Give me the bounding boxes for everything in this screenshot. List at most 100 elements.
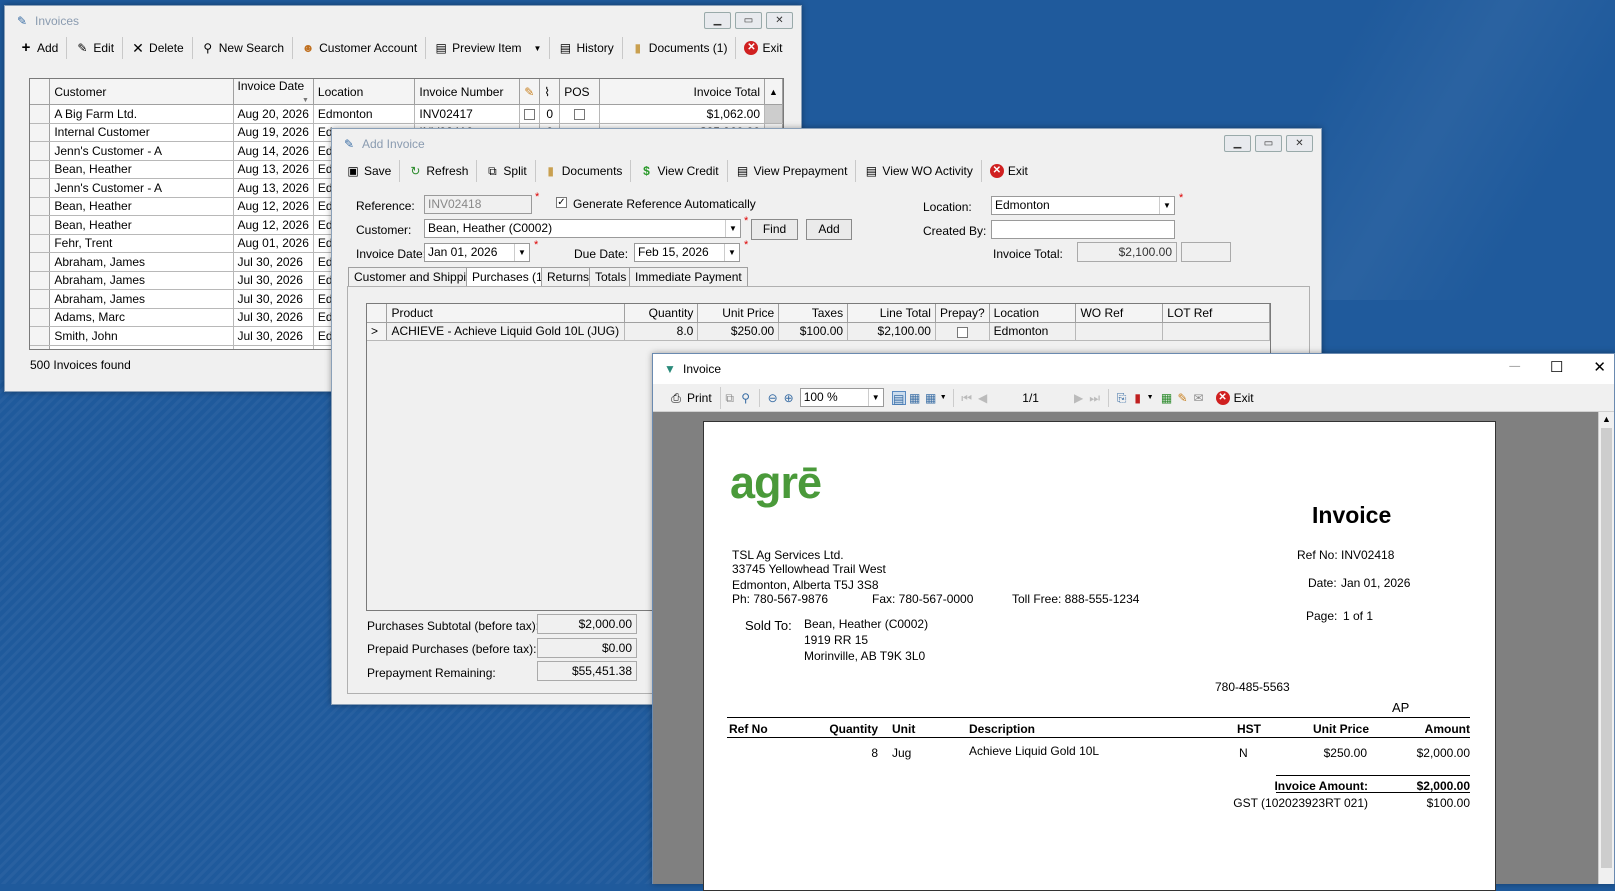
row-header[interactable] (30, 160, 51, 179)
col-product[interactable]: Product (386, 304, 626, 323)
close-button[interactable]: ✕ (1286, 135, 1313, 152)
cell-prepay[interactable] (935, 322, 990, 341)
view-wo-activity-button[interactable]: ▤ View WO Activity (856, 160, 982, 182)
chevron-down-icon[interactable]: ▼ (725, 220, 740, 237)
scrollbar-track[interactable] (764, 104, 783, 124)
cell-customer[interactable]: Fehr, Trent (49, 234, 234, 253)
preview-item-button[interactable]: ▤ Preview Item ▼ (426, 37, 551, 59)
zoom-combo[interactable]: 100 % ▼ (799, 388, 884, 407)
excel-icon[interactable]: ▦ (1160, 391, 1174, 405)
first-page-icon[interactable]: ⏮ (960, 391, 974, 405)
print-button[interactable]: ⎙ Print (661, 386, 721, 409)
cell-invoice-date[interactable]: Aug 12, 2026 (233, 215, 314, 235)
new-search-button[interactable]: ⚲ New Search (193, 37, 294, 59)
minimize-button[interactable]: ▁ (704, 12, 731, 29)
cell-customer[interactable]: Bean, Heather (49, 197, 234, 216)
cell-invoice-date[interactable]: Jul 27, 2026 (233, 345, 314, 349)
edit-report-icon[interactable]: ✎ (1176, 391, 1190, 405)
cell-customer[interactable]: Abraham, James (49, 289, 234, 309)
chevron-down-icon[interactable]: ▼ (867, 389, 883, 406)
cell-location[interactable]: Edmonton (313, 104, 416, 124)
cell-customer[interactable]: Jenn's Customer - A (49, 141, 234, 161)
row-header[interactable] (30, 289, 51, 309)
cell-invoice-date[interactable]: Jul 30, 2026 (233, 326, 314, 346)
row-header[interactable] (30, 345, 51, 349)
save-button[interactable]: ▣ Save (338, 160, 401, 182)
scroll-up-icon[interactable]: ▲ (764, 79, 783, 105)
col-edit-flag[interactable]: ✎ (519, 79, 541, 105)
col-lot-ref[interactable]: LOT Ref (1162, 304, 1270, 323)
chevron-down-icon[interactable]: ▼ (1147, 394, 1154, 401)
add-customer-button[interactable]: Add (806, 219, 852, 240)
reference-input[interactable]: INV02418 (424, 195, 532, 214)
cell-wo-ref[interactable] (1075, 322, 1164, 341)
row-header[interactable] (30, 215, 51, 235)
col-pos[interactable]: POS (559, 79, 601, 105)
documents-button[interactable]: ▮ Documents (1) (623, 37, 737, 59)
exit-button[interactable]: ✕ Exit (982, 160, 1036, 182)
documents-button[interactable]: ▮ Documents (536, 160, 632, 182)
maximize-button[interactable]: ▭ (1255, 135, 1282, 152)
copy-icon[interactable]: ⧉ (723, 391, 737, 405)
scroll-thumb[interactable] (1601, 428, 1612, 868)
next-page-icon[interactable]: ▶ (1072, 391, 1086, 405)
col-location[interactable]: Location (313, 79, 416, 105)
col-location[interactable]: Location (989, 304, 1077, 323)
col-invoice-number[interactable]: Invoice Number (414, 79, 521, 105)
invoice-date-picker[interactable]: Jan 01, 2026 ▼ (424, 243, 530, 262)
row-header[interactable] (30, 252, 51, 272)
cell-lot-ref[interactable] (1162, 322, 1270, 341)
row-header[interactable] (30, 326, 51, 346)
col-taxes[interactable]: Taxes (778, 304, 849, 323)
cell-invoice-date[interactable]: Aug 12, 2026 (233, 197, 314, 216)
zoom-out-icon[interactable]: ⊖ (766, 391, 780, 405)
edit-button[interactable]: ✎ Edit (67, 37, 124, 59)
created-by-input[interactable] (991, 220, 1175, 239)
pdf-icon[interactable]: ▮ (1131, 391, 1145, 405)
cell-unit-price[interactable]: $250.00 (697, 322, 780, 341)
cell-invoice-date[interactable]: Jul 30, 2026 (233, 271, 314, 290)
cell-invoice-date[interactable]: Aug 14, 2026 (233, 141, 314, 161)
cell-invoice-date[interactable]: Aug 13, 2026 (233, 178, 314, 198)
chevron-down-icon[interactable]: ▼ (1159, 197, 1174, 214)
split-button[interactable]: ⧉ Split (477, 160, 536, 182)
export-icon[interactable]: ⎘ (1115, 391, 1129, 405)
add-button[interactable]: + Add (11, 37, 68, 59)
cell-customer[interactable]: Jenn's Customer - A (49, 178, 234, 198)
chevron-down-icon[interactable]: ▼ (724, 244, 739, 261)
page-counter[interactable]: 1/1 (992, 391, 1070, 405)
cell-line-total[interactable]: $2,100.00 (847, 322, 936, 341)
row-checkbox[interactable] (574, 109, 586, 121)
find-button[interactable]: Find (751, 219, 798, 240)
cell-customer[interactable]: Bean, Heather (49, 345, 234, 349)
table-row[interactable]: A Big Farm Ltd. Aug 20, 2026 Edmonton INV02… (30, 104, 783, 124)
cell-invoice-date[interactable]: Aug 20, 2026 (233, 104, 314, 124)
page-width-icon[interactable]: ▦ (908, 391, 922, 405)
row-checkbox[interactable] (524, 109, 536, 121)
cell-attachments[interactable]: 0 (539, 104, 561, 124)
history-button[interactable]: ▤ History (550, 37, 623, 59)
delete-button[interactable]: ✕ Delete (123, 37, 193, 59)
close-button[interactable]: ✕ (766, 12, 793, 29)
row-header[interactable] (30, 271, 51, 290)
close-button[interactable]: ✕ (1593, 358, 1606, 376)
cell-customer[interactable]: Adams, Marc (49, 308, 234, 327)
due-date-picker[interactable]: Feb 15, 2026 ▼ (634, 243, 740, 262)
row-header[interactable] (30, 308, 51, 327)
cell-customer[interactable]: Bean, Heather (49, 215, 234, 235)
cell-edit-flag[interactable] (519, 104, 541, 124)
find-icon[interactable]: ⚲ (739, 391, 753, 405)
cell-customer[interactable]: Internal Customer (49, 123, 234, 142)
row-header[interactable] (30, 197, 51, 216)
row-header[interactable] (30, 178, 51, 198)
zoom-in-icon[interactable]: ⊕ (782, 391, 796, 405)
tab-purchases[interactable]: Purchases (1) (466, 267, 553, 287)
col-customer[interactable]: Customer (49, 79, 234, 105)
prev-page-icon[interactable]: ◀ (976, 391, 990, 405)
table-row[interactable]: > ACHIEVE - Achieve Liquid Gold 10L (JUG… (367, 322, 1270, 341)
row-header[interactable] (30, 123, 51, 142)
email-icon[interactable]: ✉ (1192, 391, 1206, 405)
col-invoice-date[interactable]: Invoice Date ▼ (233, 79, 314, 105)
customer-combo[interactable]: Bean, Heather (C0002) ▼ (424, 219, 741, 238)
cell-invoice-date[interactable]: Jul 30, 2026 (233, 289, 314, 309)
